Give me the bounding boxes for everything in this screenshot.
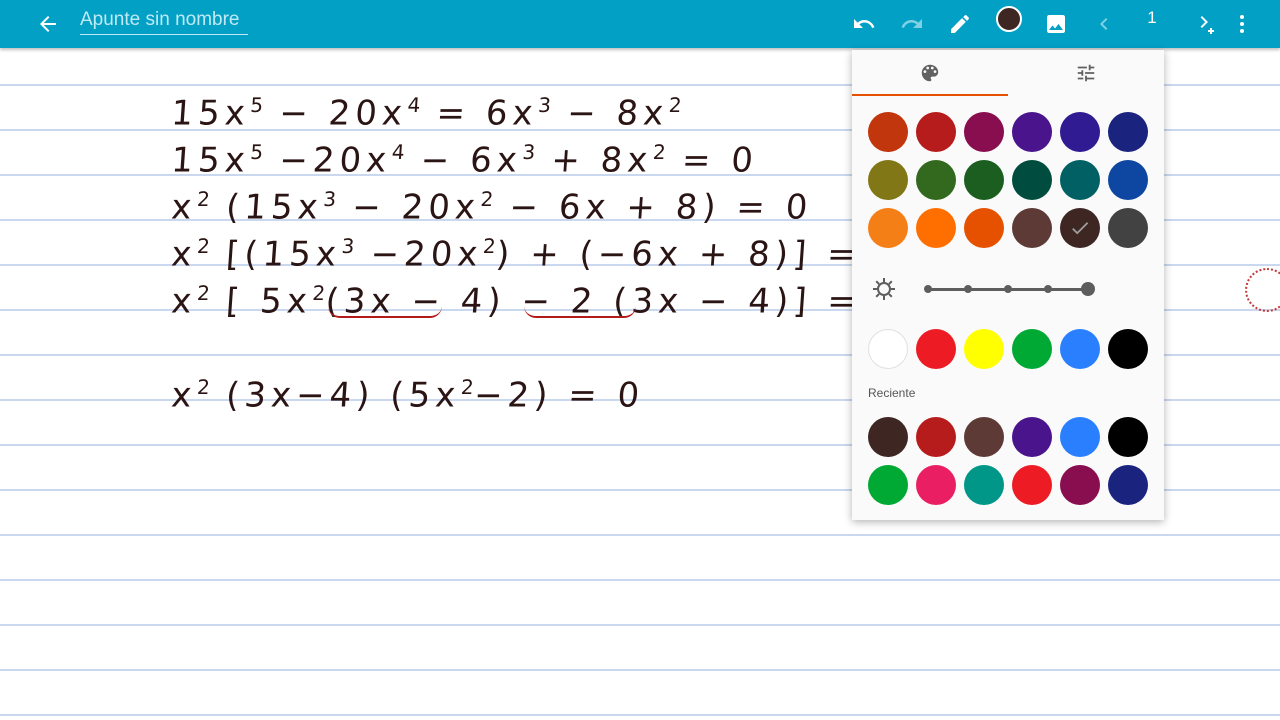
color-swatch[interactable] (868, 112, 908, 152)
color-swatch[interactable] (1108, 112, 1148, 152)
color-swatch[interactable] (916, 112, 956, 152)
expression-text: x (170, 281, 198, 322)
undo-icon[interactable] (844, 4, 884, 44)
active-tab-indicator (852, 94, 1008, 96)
page-number: 1 (1147, 8, 1157, 27)
pen-icon[interactable] (940, 4, 980, 44)
color-swatch[interactable] (916, 160, 956, 200)
basic-color-swatch[interactable] (1012, 329, 1052, 369)
recent-color-swatch[interactable] (916, 465, 956, 505)
recent-colors-label: Reciente (868, 386, 916, 400)
recent-color-swatch[interactable] (964, 465, 1004, 505)
expression-text: − 20x (335, 187, 482, 228)
recent-color-swatch[interactable] (964, 417, 1004, 457)
color-swatch[interactable] (1060, 112, 1100, 152)
expression-text: −20x (262, 140, 393, 181)
slider-tick (1004, 285, 1012, 293)
color-swatch[interactable] (1108, 160, 1148, 200)
recent-color-swatch[interactable] (1012, 465, 1052, 505)
expression-text: ) + (−6x + 8)] = 0 (494, 234, 905, 275)
expression-text: = 0 (664, 140, 760, 181)
expression-text: (15x (208, 187, 325, 228)
expression-text: [(15x (208, 234, 343, 275)
expression-text: −20x (353, 234, 484, 275)
app-toolbar: Apunte sin nombre 1 (0, 0, 1280, 48)
recent-color-swatch[interactable] (1060, 417, 1100, 457)
brightness-slider-thumb[interactable] (1081, 282, 1095, 296)
moon-icon (1120, 280, 1129, 298)
recent-color-swatch[interactable] (916, 417, 956, 457)
back-arrow-icon[interactable] (28, 4, 68, 44)
handwritten-equations: 15x5 − 20x4 = 6x3 − 8x2 15x5 −20x4 − 6x3 … (170, 82, 905, 415)
expression-text: x (170, 234, 198, 275)
expression-text: 15x (170, 93, 252, 134)
basic-color-swatch[interactable] (1108, 329, 1148, 369)
slider-tick (964, 285, 972, 293)
color-swatch[interactable] (1060, 160, 1100, 200)
previous-page-icon[interactable] (1084, 4, 1124, 44)
check-icon (1072, 222, 1089, 235)
expression-text: = 6x (419, 93, 540, 134)
color-swatch[interactable] (1012, 112, 1052, 152)
recent-color-swatch[interactable] (868, 465, 908, 505)
redo-icon[interactable] (892, 4, 932, 44)
recent-color-swatch[interactable] (1012, 417, 1052, 457)
palette-icon (921, 64, 939, 82)
expression-text: x (170, 187, 198, 228)
color-swatch-selected[interactable] (1060, 208, 1100, 248)
recent-color-swatch[interactable] (1108, 465, 1148, 505)
equation-line: x2 (15x3 − 20x2 − 6x + 8) = 0 (170, 176, 814, 227)
exponent: 2 (668, 93, 684, 117)
note-title-input[interactable]: Apunte sin nombre (80, 6, 248, 35)
image-icon[interactable] (1036, 4, 1076, 44)
color-swatch[interactable] (1108, 208, 1148, 248)
expression-text: [ 5x (208, 281, 314, 322)
tab-tune[interactable] (1008, 50, 1164, 96)
basic-color-swatch[interactable] (964, 329, 1004, 369)
expression-text: 15x (170, 140, 252, 181)
equation-line: x2 (3x−4) (5x2−2) = 0 (170, 364, 783, 415)
expression-text: + 8x (534, 140, 654, 181)
tab-palette[interactable] (852, 50, 1008, 96)
tune-icon (1077, 64, 1095, 82)
slider-tick (1044, 285, 1052, 293)
sun-icon (873, 278, 895, 300)
expression-text: − 8x (550, 93, 670, 134)
recent-color-swatch[interactable] (868, 417, 908, 457)
underbrace-mark (328, 306, 442, 318)
more-vert-icon[interactable] (1222, 4, 1262, 44)
expression-text: −2) = 0 (472, 375, 646, 416)
color-swatch[interactable] (964, 208, 1004, 248)
expression-text: x (170, 375, 198, 416)
color-swatch[interactable] (1012, 208, 1052, 248)
slider-tick (924, 285, 932, 293)
recent-color-swatch[interactable] (1060, 465, 1100, 505)
expression-text: − 20x (262, 93, 409, 134)
equation-line: 15x5 −20x4 − 6x3 + 8x2 = 0 (170, 129, 783, 180)
color-swatch[interactable] (868, 160, 908, 200)
color-swatch[interactable] (964, 160, 1004, 200)
color-picker-panel: Reciente (852, 50, 1164, 520)
basic-color-swatch[interactable] (868, 329, 908, 369)
expression-text: − 6x (403, 140, 524, 181)
recent-color-swatch[interactable] (1108, 417, 1148, 457)
underbrace-mark (524, 306, 636, 318)
current-color-button[interactable] (996, 6, 1022, 32)
color-swatch[interactable] (916, 208, 956, 248)
basic-color-swatch[interactable] (1060, 329, 1100, 369)
equation-line: x2 [(15x3 −20x2) + (−6x + 8)] = 0 (170, 223, 904, 274)
color-swatch[interactable] (1012, 160, 1052, 200)
equation-line: x2 [ 5x2(3x − 4) − 2 (3x − 4)] = 0 (170, 270, 905, 321)
color-swatch[interactable] (868, 208, 908, 248)
color-swatch[interactable] (964, 112, 1004, 152)
equation-line: 15x5 − 20x4 = 6x3 − 8x2 (170, 82, 783, 133)
next-page-add-icon[interactable] (1184, 4, 1224, 44)
basic-color-swatch[interactable] (916, 329, 956, 369)
equation-line (170, 317, 783, 364)
expression-text: − 6x + 8) = 0 (492, 187, 814, 228)
expression-text: (3x−4) (5x (208, 375, 462, 416)
